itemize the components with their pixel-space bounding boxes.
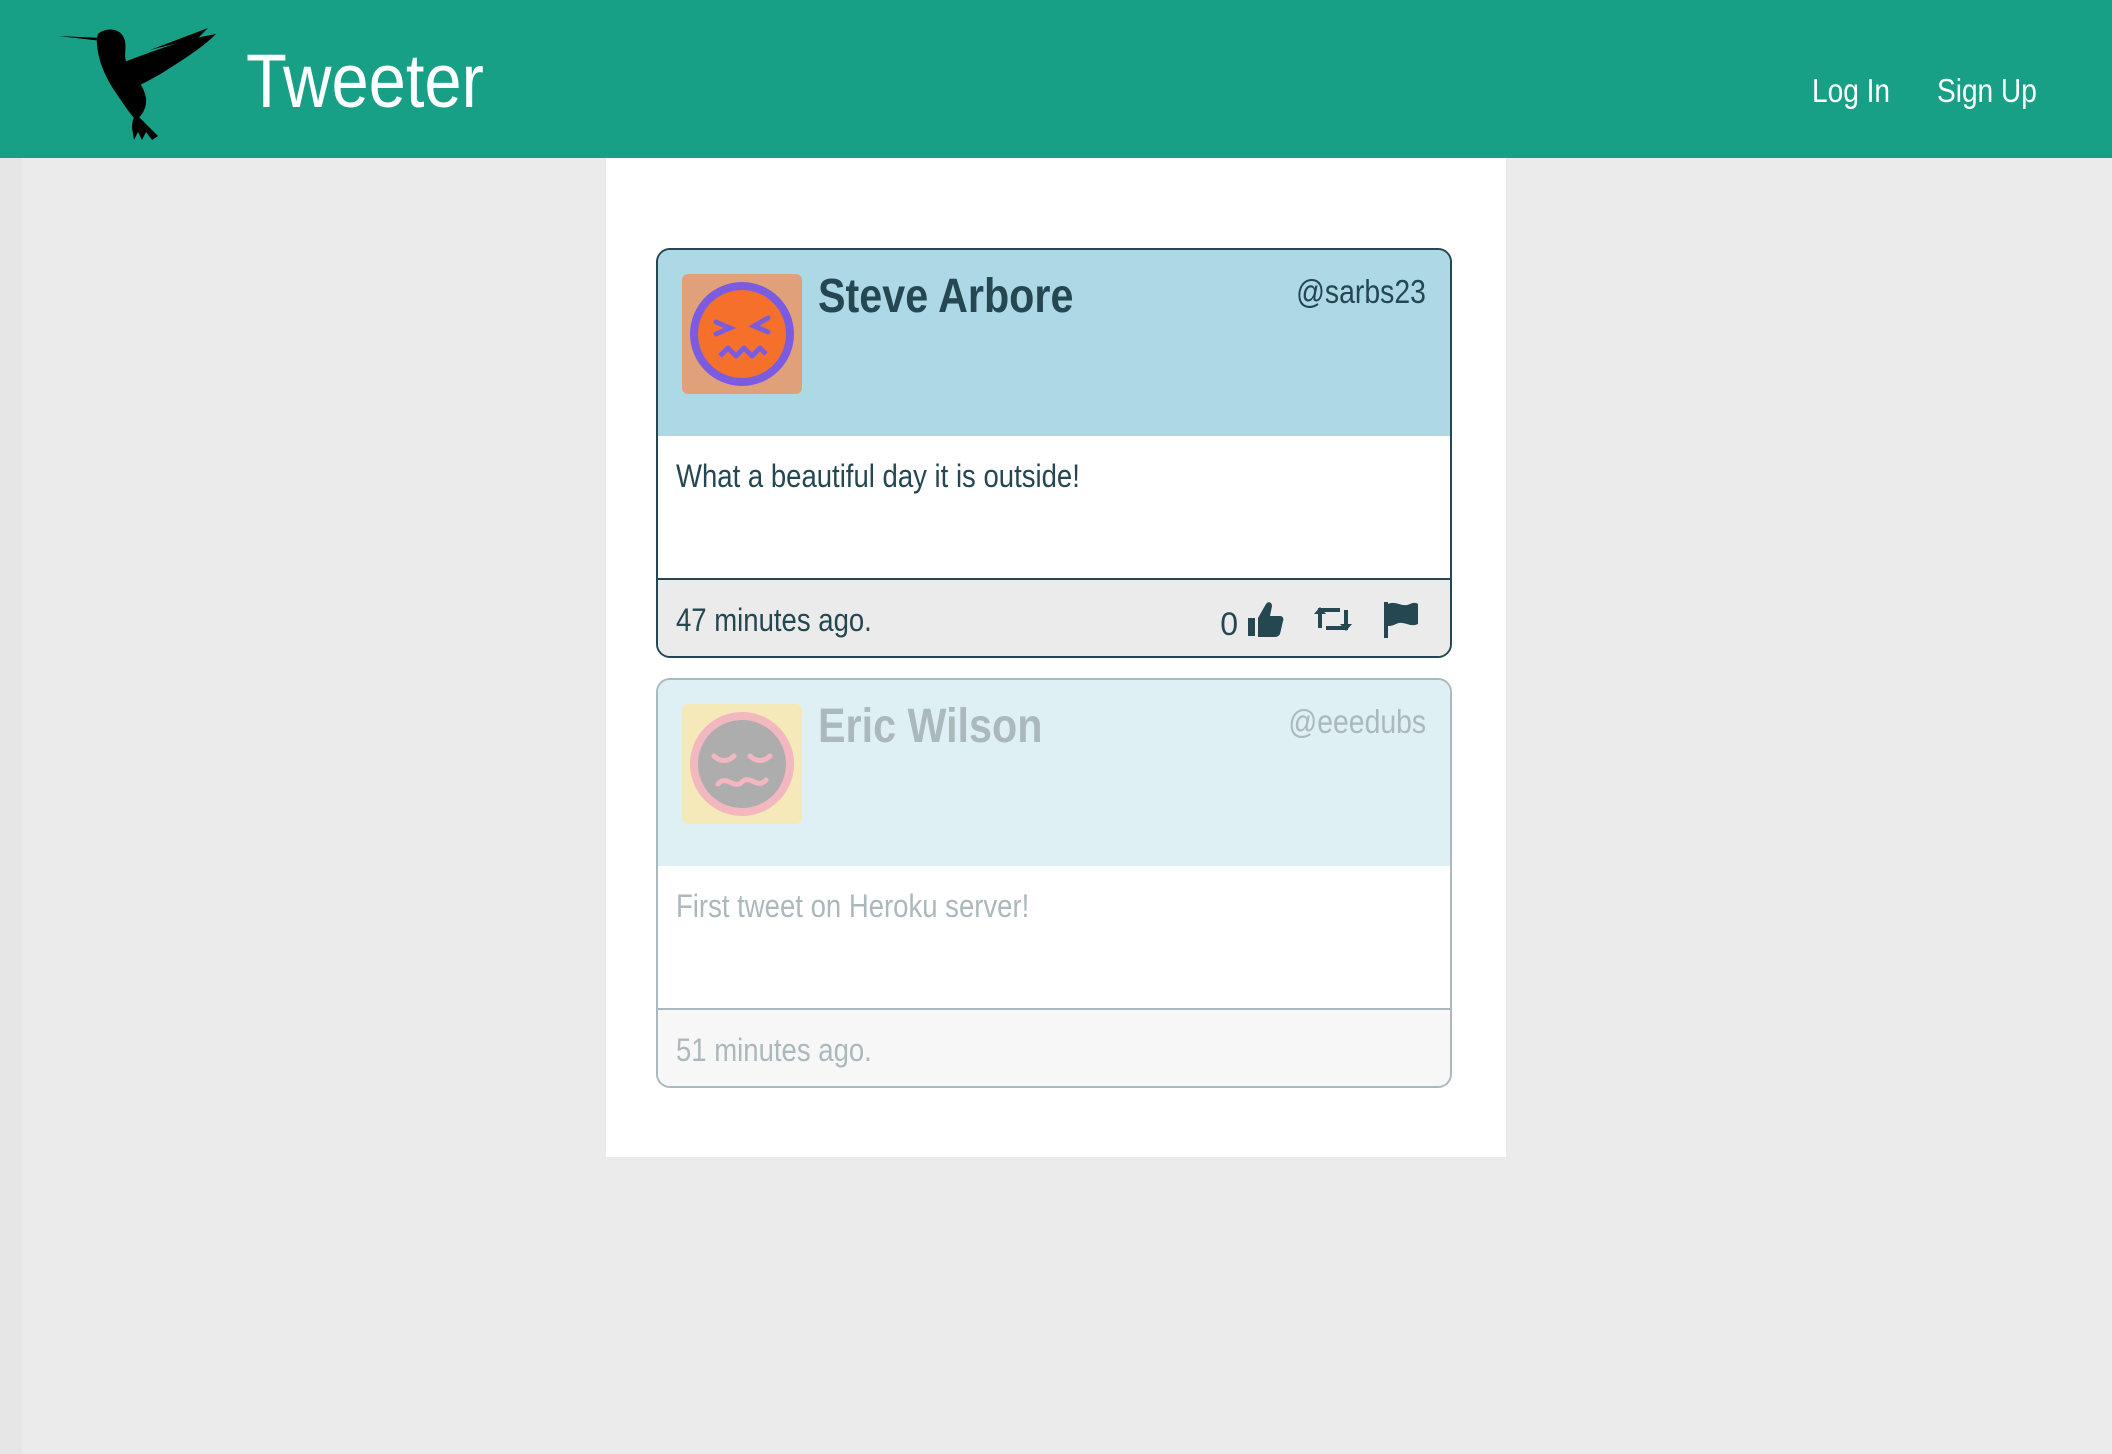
tweet-author-handle: @eeedubs [1288, 703, 1426, 740]
tweet-timestamp: 51 minutes ago. [676, 1032, 872, 1068]
tweet-author-name: Eric Wilson [818, 700, 1043, 753]
sleepy-face-icon [682, 704, 802, 824]
like-count: 0 [1220, 606, 1238, 642]
angry-face-icon [682, 274, 802, 394]
tweet-author-name: Steve Arbore [818, 270, 1074, 323]
tweet-card: Eric Wilson @eeedubs First tweet on Hero… [656, 678, 1452, 1088]
signup-link[interactable]: Sign Up [1937, 71, 2037, 111]
tweet-body: First tweet on Heroku server! [658, 866, 1450, 1010]
hummingbird-icon[interactable] [58, 28, 220, 142]
tweet-author-handle: @sarbs23 [1296, 273, 1426, 310]
like-icon[interactable] [1244, 598, 1286, 640]
page-edge [0, 158, 22, 1454]
tweet-body: What a beautiful day it is outside! [658, 436, 1450, 580]
retweet-icon[interactable] [1312, 598, 1354, 640]
tweet-card: Steve Arbore @sarbs23 What a beautiful d… [656, 248, 1452, 658]
tweet-actions: 0 [1168, 598, 1428, 642]
navbar: Tweeter Log In Sign Up [0, 0, 2112, 158]
tweet-header: Steve Arbore @sarbs23 [658, 250, 1450, 436]
flag-icon[interactable] [1380, 598, 1422, 640]
login-link[interactable]: Log In [1812, 71, 1890, 111]
tweet-text: First tweet on Heroku server! [676, 888, 1030, 924]
tweet-timestamp: 47 minutes ago. [676, 602, 872, 638]
tweet-feed: Steve Arbore @sarbs23 What a beautiful d… [606, 158, 1506, 1157]
tweet-text: What a beautiful day it is outside! [676, 458, 1080, 494]
tweet-header: Eric Wilson @eeedubs [658, 680, 1450, 866]
tweet-footer: 47 minutes ago. 0 [658, 580, 1450, 656]
brand-title[interactable]: Tweeter [246, 40, 484, 124]
tweet-footer: 51 minutes ago. [658, 1010, 1450, 1086]
